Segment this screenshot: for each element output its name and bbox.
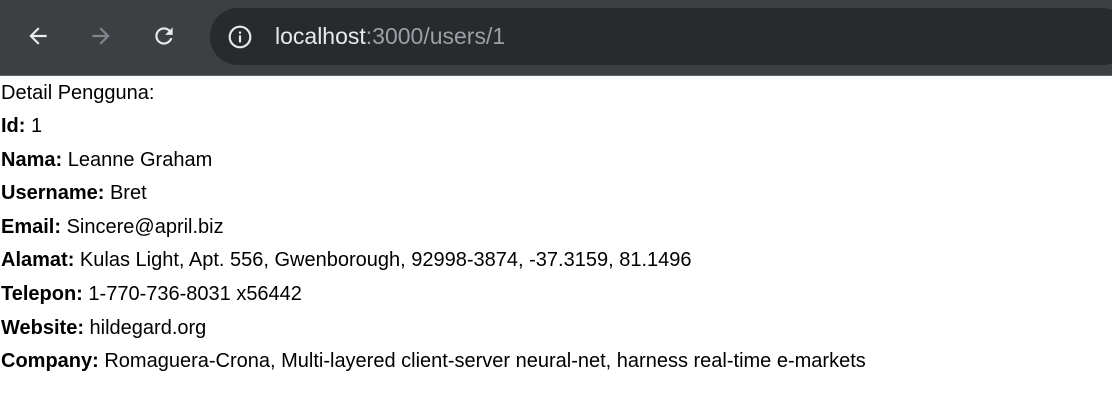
field-label: Id: — [1, 115, 26, 137]
arrow-right-icon — [92, 27, 110, 45]
field-value: Romaguera-Crona, Multi-layered client-se… — [104, 350, 866, 373]
field-label: Nama: — [1, 148, 63, 171]
field-company: Company: Romaguera-Crona, Multi-layered … — [0, 345, 1112, 379]
field-username: Username: Bret — [0, 177, 1112, 211]
url-path: :3000/users/1 — [365, 23, 506, 49]
field-value: hildegard.org — [89, 316, 207, 339]
field-label: Username: — [1, 182, 105, 205]
reload-icon — [155, 27, 173, 45]
forward-button[interactable] — [82, 17, 120, 55]
field-id: Id: 1 — [0, 110, 1112, 144]
browser-toolbar: localhost:3000/users/1 — [0, 0, 1112, 76]
field-email: Email: Sincere@april.biz — [0, 211, 1112, 245]
info-circle-icon — [228, 25, 252, 49]
field-label: Company: — [1, 350, 99, 373]
field-alamat: Alamat: Kulas Light, Apt. 556, Gwenborou… — [0, 244, 1112, 278]
field-nama: Nama: Leanne Graham — [0, 144, 1112, 178]
field-value: Sincere@april.biz — [66, 215, 224, 238]
field-value: Kulas Light, Apt. 556, Gwenborough, 9299… — [79, 249, 692, 272]
url-host: localhost — [275, 23, 366, 49]
arrow-left-icon — [29, 27, 47, 45]
field-value: Leanne Graham — [67, 148, 213, 171]
field-telepon: Telepon: 1-770-736-8031 x56442 — [0, 278, 1112, 312]
address-bar[interactable]: localhost:3000/users/1 — [210, 8, 1112, 65]
url-text[interactable]: localhost:3000/users/1 — [275, 22, 505, 50]
site-info-button[interactable] — [226, 23, 254, 51]
field-label: Telepon: — [1, 282, 83, 305]
field-website: Website: hildegard.org — [0, 312, 1112, 346]
field-value: 1-770-736-8031 x56442 — [88, 282, 302, 305]
page-heading: Detail Pengguna: — [1, 82, 155, 104]
back-button[interactable] — [19, 17, 57, 55]
field-label: Email: — [1, 215, 62, 238]
page-content: Detail Pengguna: Id: 1 Nama: Leanne Grah… — [0, 77, 1112, 379]
field-label: Website: — [1, 316, 84, 339]
field-label: Alamat: — [1, 249, 75, 272]
reload-button[interactable] — [145, 17, 183, 55]
field-value: Bret — [109, 182, 147, 205]
field-value: 1 — [31, 115, 43, 137]
